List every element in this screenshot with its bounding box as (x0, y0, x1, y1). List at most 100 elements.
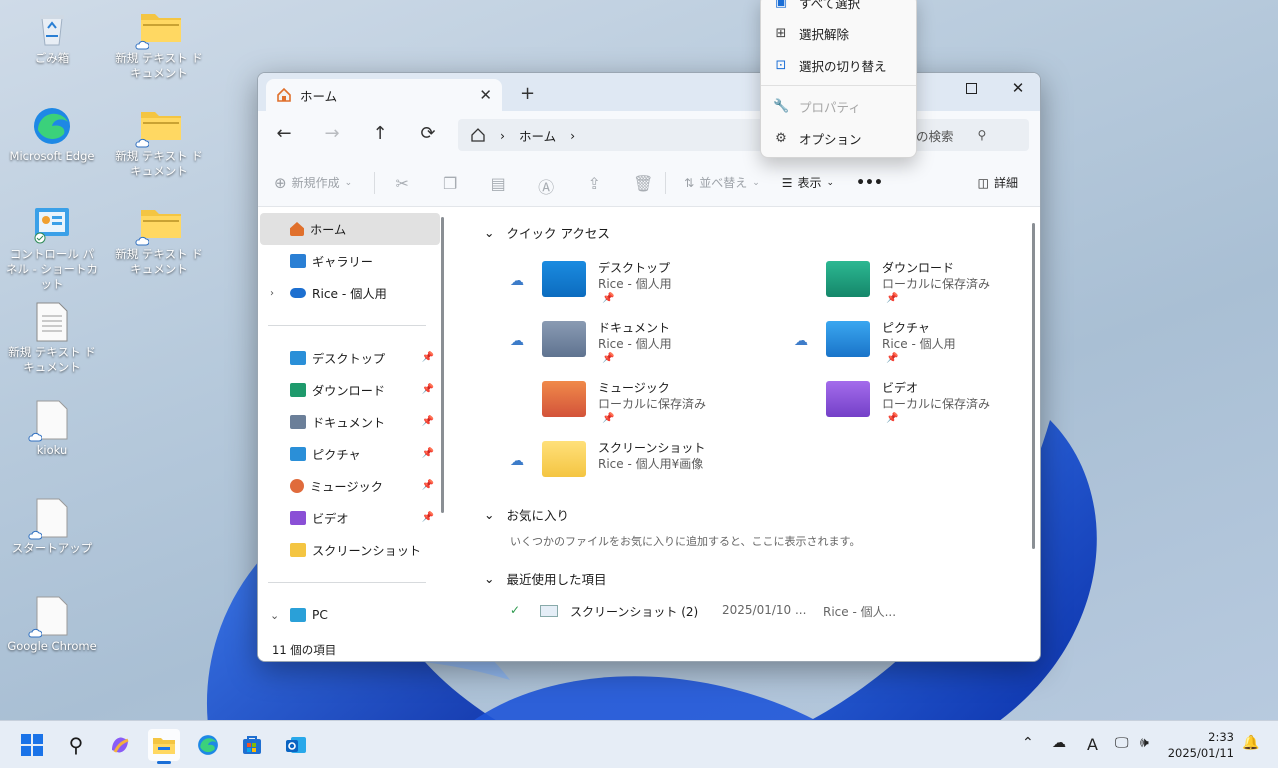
section-recent[interactable]: ⌄ 最近使用した項目 (484, 569, 607, 588)
file-explorer-window: ホーム ✕ + ✕ ← → ↑ ⟳ › ホーム › の検索 ⚲ ⊕ 新規作成⌄ (257, 72, 1041, 662)
chevron-down-icon: ⌄ (344, 177, 353, 188)
network-icon[interactable]: 🖵 (1115, 735, 1129, 751)
new-tab-button[interactable]: + (520, 83, 535, 104)
search-box[interactable]: の検索 ⚲ (912, 119, 1029, 151)
new-button[interactable]: ⊕ 新規作成 ⌄ (274, 174, 352, 192)
gear-icon: ⚙ (775, 130, 787, 146)
back-button[interactable]: ← (272, 123, 296, 144)
refresh-button[interactable]: ⟳ (416, 123, 440, 144)
copilot-button[interactable] (104, 729, 136, 761)
edge-icon (198, 735, 218, 755)
menu-item-options[interactable]: ⚙ オプション (761, 123, 916, 153)
cut-icon[interactable]: ✂ (393, 174, 411, 193)
sidebar-item-desktop[interactable]: デスクトップ 📌 (258, 342, 448, 374)
volume-icon[interactable]: 🕪 (1140, 735, 1149, 751)
close-tab-icon[interactable]: ✕ (479, 86, 492, 104)
start-button[interactable] (16, 729, 48, 761)
menu-item-select-all[interactable]: ▣ すべて選択 (761, 0, 916, 17)
file-icon (28, 596, 72, 638)
show-hidden-icons-chevron-icon[interactable]: ⌃ (1022, 735, 1034, 751)
up-button[interactable]: ↑ (368, 123, 392, 144)
maximize-button[interactable] (948, 73, 994, 103)
details-button[interactable]: ◫ 詳細 (978, 174, 1018, 191)
chevron-right-icon[interactable]: › (570, 128, 575, 143)
outlook-taskbar-button[interactable] (280, 729, 312, 761)
search-taskbar-button[interactable]: ⚲ (60, 729, 92, 761)
sidebar-item-music[interactable]: ミュージック 📌 (258, 470, 448, 502)
pin-icon: 📌 (886, 413, 899, 424)
folder-icon (542, 441, 586, 477)
outlook-icon (286, 737, 306, 753)
clock[interactable]: 2:33 2025/01/11 (1168, 729, 1234, 761)
desktop-icon-label: ごみ箱 (34, 51, 70, 65)
tab-home[interactable]: ホーム ✕ (266, 79, 502, 111)
folder-zip-icon (135, 106, 181, 148)
desktop-icon-google-chrome[interactable]: Google Chrome (6, 596, 98, 654)
invert-selection-icon: ⊡ (775, 57, 787, 73)
sort-button[interactable]: ⇅ 並べ替え ⌄ (684, 174, 760, 191)
chevron-right-icon[interactable]: › (270, 288, 274, 299)
copy-icon[interactable]: ❐ (441, 174, 459, 193)
onedrive-tray-icon[interactable]: ☁ (1052, 735, 1066, 751)
sidebar-scrollbar[interactable] (441, 217, 444, 513)
quick-access-item[interactable]: ダウンロード ローカルに保存済み 📌 (794, 259, 1040, 315)
sidebar-item-onedrive[interactable]: › Rice - 個人用 (258, 277, 448, 309)
sidebar-item-screenshots[interactable]: スクリーンショット (258, 534, 448, 566)
section-quick-access[interactable]: ⌄ クイック アクセス (484, 223, 610, 242)
section-favorites[interactable]: ⌄ お気に入り (484, 505, 569, 524)
quick-access-item[interactable]: ☁ ドキュメント Rice - 個人用 📌 (510, 319, 790, 375)
desktop-icon-text-doc[interactable]: 新規 テキスト ドキュメント (6, 302, 98, 375)
file-explorer-taskbar-button[interactable] (148, 729, 180, 764)
desktop-icon-recycle-bin[interactable]: ごみ箱 (6, 8, 98, 66)
recent-row[interactable]: ✓ スクリーンショット (2) 2025/01/10 ... Rice - 個人… (510, 603, 1030, 621)
chevron-down-icon[interactable]: ⌄ (270, 609, 279, 622)
more-button[interactable]: ••• (856, 175, 883, 191)
file-icon (28, 498, 72, 540)
delete-icon[interactable]: 🗑 (633, 174, 653, 193)
quick-access-item[interactable]: ☁ スクリーンショット Rice - 個人用¥画像 (510, 439, 790, 495)
desktop-icon-text-doc[interactable]: 新規 テキスト ドキュメント (113, 8, 205, 81)
share-icon[interactable]: ⇪ (585, 174, 603, 193)
desktop-icon-kioku[interactable]: kioku (6, 400, 98, 458)
edge-taskbar-button[interactable] (192, 729, 224, 761)
store-taskbar-button[interactable] (236, 729, 268, 761)
quick-access-item[interactable]: ミュージック ローカルに保存済み 📌 (510, 379, 790, 435)
desktop-icon-startup[interactable]: スタートアップ (6, 498, 98, 556)
taskbar: ⚲ ⌃ ☁ A 🖵 🕪 2:33 2025/01/11 🔔 (0, 720, 1278, 768)
desktop-icon-label: 新規 テキスト ドキュメント (115, 247, 203, 276)
cloud-badge-icon (135, 138, 149, 148)
rename-icon[interactable]: Ⓐ (537, 174, 555, 197)
desktop-icon-control-panel[interactable]: コントロール パネル - ショートカット (6, 204, 98, 292)
desktop-icon-edge[interactable]: Microsoft Edge (6, 106, 98, 164)
quick-access-item[interactable]: ☁ ピクチャ Rice - 個人用 📌 (794, 319, 1040, 375)
image-file-icon (540, 605, 558, 617)
cloud-icon: ☁ (510, 273, 524, 289)
quick-access-item[interactable]: ビデオ ローカルに保存済み 📌 (794, 379, 1040, 435)
pin-icon: 📌 (602, 293, 615, 304)
sidebar-item-videos[interactable]: ビデオ 📌 (258, 502, 448, 534)
sidebar-item-documents[interactable]: ドキュメント 📌 (258, 406, 448, 438)
menu-item-invert-selection[interactable]: ⊡ 選択の切り替え (761, 50, 916, 80)
forward-button[interactable]: → (320, 123, 344, 144)
sidebar-item-pictures[interactable]: ピクチャ 📌 (258, 438, 448, 470)
paste-icon[interactable]: ▤ (489, 174, 507, 193)
desktop-icon-text-doc[interactable]: 新規 テキスト ドキュメント (113, 106, 205, 179)
view-button[interactable]: ☰ 表示 ⌄ (782, 174, 834, 191)
status-bar: 11 個の項目 (258, 637, 1040, 661)
chevron-down-icon: ⌄ (484, 571, 495, 586)
sidebar-item-pc[interactable]: ⌄ PC (258, 599, 448, 631)
documents-icon (290, 415, 306, 429)
notification-bell-icon[interactable]: 🔔 (1242, 735, 1259, 751)
sidebar-item-home[interactable]: ホーム (260, 213, 440, 245)
sidebar-item-downloads[interactable]: ダウンロード 📌 (258, 374, 448, 406)
close-window-button[interactable]: ✕ (995, 73, 1040, 103)
menu-item-properties[interactable]: 🔧 プロパティ (761, 91, 916, 121)
quick-access-item[interactable]: ☁ デスクトップ Rice - 個人用 📌 (510, 259, 790, 315)
ime-indicator[interactable]: A (1087, 735, 1098, 754)
menu-item-select-none[interactable]: ⊞ 選択解除 (761, 18, 916, 48)
breadcrumb[interactable]: ホーム (519, 126, 556, 145)
sidebar-item-gallery[interactable]: ギャラリー (258, 245, 448, 277)
content-scrollbar[interactable] (1032, 223, 1035, 549)
desktop-icon-text-doc[interactable]: 新規 テキスト ドキュメント (113, 204, 205, 277)
maximize-icon (965, 82, 977, 94)
